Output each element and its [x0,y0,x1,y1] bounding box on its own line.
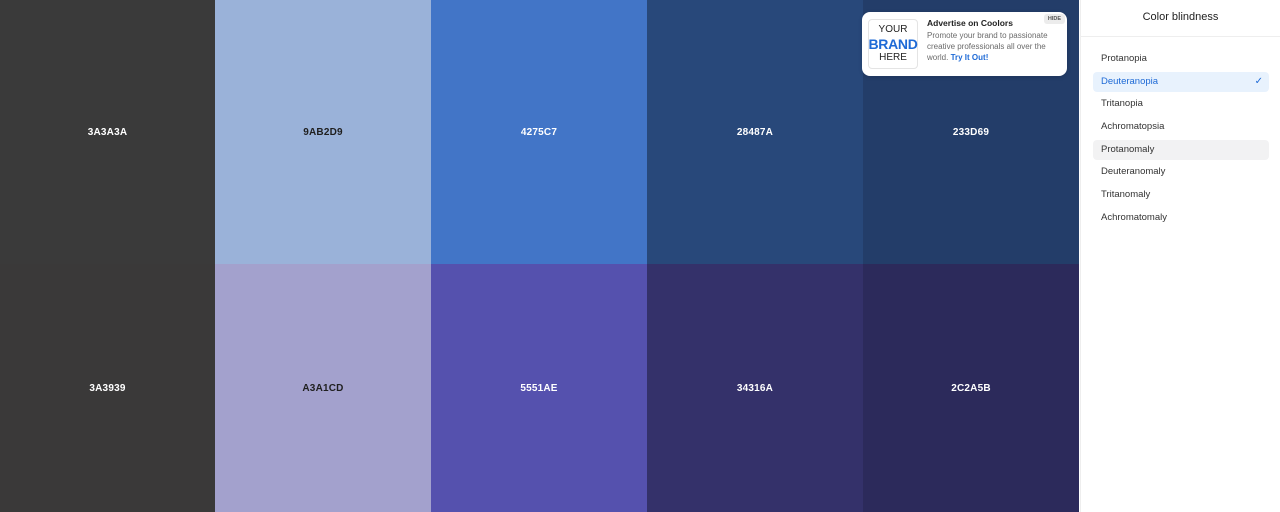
color-swatch[interactable]: 9AB2D9 [215,0,431,264]
option-deuteranopia[interactable]: Deuteranopia ✓ [1093,71,1269,92]
ad-logo-line2: BRAND [868,36,918,52]
option-protanomaly[interactable]: Protanomaly [1093,139,1269,160]
color-swatch[interactable]: 34316A [647,264,863,512]
color-swatch[interactable]: 3A3A3A [0,0,215,264]
option-tritanopia[interactable]: Tritanopia [1093,94,1269,114]
ad-body: Promote your brand to passionate creativ… [927,30,1062,63]
option-deuteranomaly[interactable]: Deuteranomaly [1093,162,1269,182]
swatch-hex-label: A3A1CD [302,382,344,394]
option-label: Deuteranopia [1101,75,1159,87]
panel-title: Color blindness [1081,0,1280,37]
color-swatch[interactable]: 28487A [647,0,863,264]
option-label: Tritanomaly [1101,189,1151,201]
color-blindness-panel: Color blindness Protanopia Deuteranopia ✓… [1080,0,1280,512]
option-label: Achromatopsia [1101,121,1165,133]
ad-try-link[interactable]: Try It Out! [951,53,989,62]
color-swatch[interactable]: 2C2A5B [863,264,1079,512]
ad-brand-logo[interactable]: YOUR BRAND HERE [868,19,918,69]
color-swatch[interactable]: 4275C7 [431,0,647,264]
ad-logo-line3: HERE [879,52,907,63]
swatch-hex-label: 233D69 [952,126,990,138]
option-label: Protanomaly [1101,143,1155,155]
swatch-hex-label: 34316A [736,382,774,394]
option-protanopia[interactable]: Protanopia [1093,49,1269,69]
color-palette: 3A3A3A 9AB2D9 4275C7 28487A 233D69 3A393… [0,0,1080,512]
option-label: Protanopia [1101,53,1147,64]
option-tritanomaly[interactable]: Tritanomaly [1093,185,1269,205]
palette-row-bottom: 3A3939 A3A1CD 5551AE 34316A 2C2A5B [0,264,1080,512]
color-swatch[interactable]: 5551AE [431,264,647,512]
ad-hide-button[interactable]: HIDE [1043,14,1065,24]
swatch-hex-label: 3A3A3A [87,126,128,138]
color-swatch[interactable]: A3A1CD [215,264,431,512]
color-swatch[interactable]: 3A3939 [0,264,215,512]
option-achromatopsia[interactable]: Achromatopsia [1093,117,1269,137]
swatch-hex-label: 3A3939 [89,382,126,394]
swatch-hex-label: 9AB2D9 [303,126,343,138]
advertisement-card[interactable]: YOUR BRAND HERE Advertise on Coolors Pro… [862,12,1067,76]
swatch-hex-label: 4275C7 [520,126,558,138]
option-label: Deuteranomaly [1101,166,1166,178]
ad-title: Advertise on Coolors [927,18,1013,28]
swatch-hex-label: 2C2A5B [951,382,991,394]
ad-logo-line1: YOUR [878,24,908,35]
option-label: Achromatomaly [1101,211,1167,223]
option-achromatomaly[interactable]: Achromatomaly [1093,208,1269,228]
color-blindness-options: Protanopia Deuteranopia ✓ Tritanopia Achr… [1093,49,1269,231]
checkmark-icon: ✓ [1254,75,1263,87]
option-label: Tritanopia [1101,98,1143,110]
swatch-hex-label: 28487A [736,126,774,138]
swatch-hex-label: 5551AE [520,382,558,394]
